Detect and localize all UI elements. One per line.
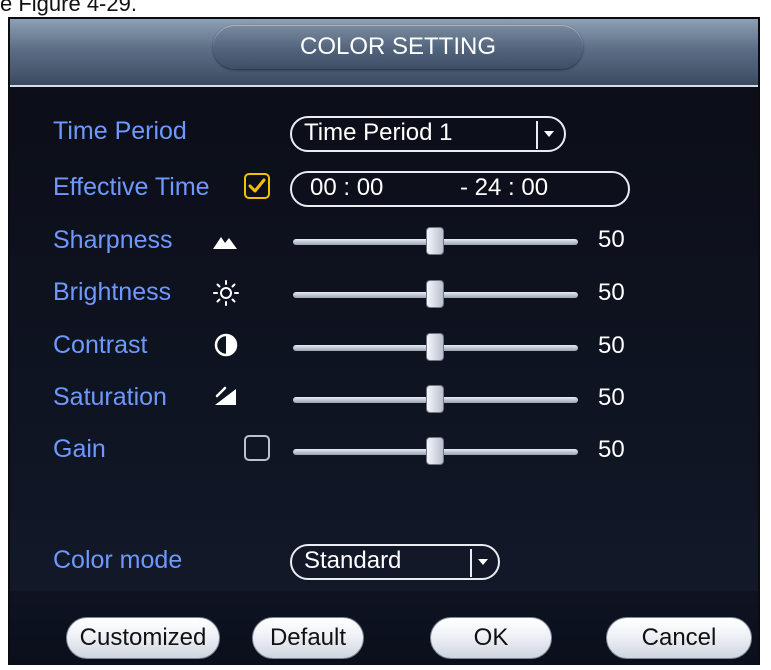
- sharpness-label: Sharpness: [53, 226, 173, 254]
- chevron-down-icon: [470, 549, 494, 577]
- default-button[interactable]: Default: [252, 617, 364, 659]
- checkmark-icon: [248, 178, 266, 193]
- effective-time-range[interactable]: 00 : 00 - 24 : 00: [290, 171, 630, 207]
- saturation-label: Saturation: [53, 383, 167, 411]
- slider-thumb[interactable]: [426, 385, 444, 413]
- gain-checkbox[interactable]: [244, 435, 270, 461]
- start-time-input[interactable]: 00 : 00: [310, 174, 383, 202]
- sharpness-slider[interactable]: 50: [293, 223, 625, 259]
- slider-thumb[interactable]: [426, 227, 444, 255]
- color-mode-value: Standard: [304, 547, 402, 574]
- end-time-input[interactable]: - 24 : 00: [460, 174, 548, 202]
- saturation-slider[interactable]: 50: [293, 381, 625, 417]
- title-bar: COLOR SETTING: [10, 19, 758, 85]
- customized-button[interactable]: Customized: [66, 617, 220, 659]
- sun-icon: [213, 280, 239, 306]
- cancel-button[interactable]: Cancel: [606, 617, 752, 659]
- color-setting-dialog: COLOR SETTING Time Period Time Period 1 …: [8, 17, 760, 665]
- brightness-value: 50: [598, 279, 625, 306]
- ok-button[interactable]: OK: [430, 617, 552, 659]
- gain-label: Gain: [53, 435, 106, 463]
- half-circle-icon: [214, 333, 238, 357]
- gain-slider[interactable]: 50: [293, 433, 625, 469]
- slider-thumb[interactable]: [426, 437, 444, 465]
- title-divider: [10, 85, 758, 87]
- saturation-value: 50: [598, 384, 625, 411]
- time-period-label: Time Period: [53, 117, 187, 145]
- figure-caption: e Figure 4-29.: [0, 0, 137, 16]
- saturation-icon: [215, 386, 236, 405]
- contrast-value: 50: [598, 332, 625, 359]
- effective-time-checkbox[interactable]: [244, 173, 270, 199]
- sharpness-value: 50: [598, 226, 625, 253]
- brightness-label: Brightness: [53, 278, 172, 306]
- gain-value: 50: [598, 436, 625, 463]
- dialog-title: COLOR SETTING: [213, 25, 583, 69]
- mountain-icon: [213, 237, 237, 249]
- slider-thumb[interactable]: [426, 333, 444, 361]
- brightness-slider[interactable]: 50: [293, 276, 625, 312]
- chevron-down-icon: [536, 121, 560, 149]
- effective-time-label: Effective Time: [53, 173, 210, 201]
- slider-thumb[interactable]: [426, 280, 444, 308]
- time-period-select[interactable]: Time Period 1: [290, 116, 566, 152]
- contrast-label: Contrast: [53, 331, 148, 359]
- color-mode-select[interactable]: Standard: [290, 544, 500, 580]
- time-period-value: Time Period 1: [304, 119, 453, 146]
- contrast-slider[interactable]: 50: [293, 329, 625, 365]
- color-mode-label: Color mode: [53, 546, 183, 574]
